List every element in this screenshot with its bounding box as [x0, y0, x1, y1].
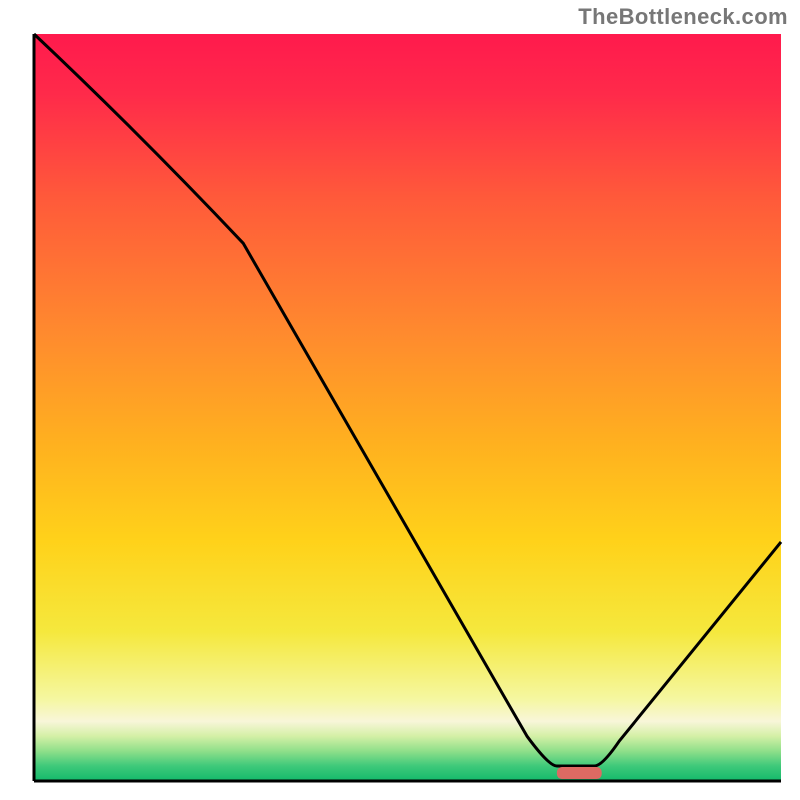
plot-background	[34, 34, 781, 781]
bottleneck-chart	[0, 0, 800, 800]
optimal-marker	[557, 767, 602, 779]
